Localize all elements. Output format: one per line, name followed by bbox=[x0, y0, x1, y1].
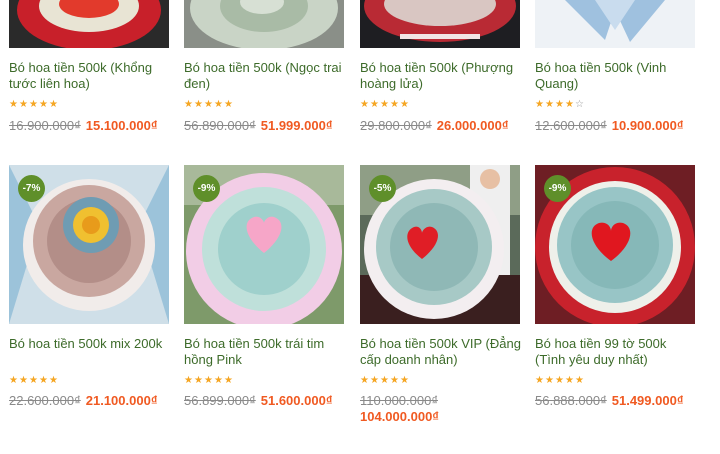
star-filled-icon: ★ bbox=[49, 99, 58, 110]
old-price: 12.600.000₫ bbox=[535, 118, 607, 133]
sale-price: 51.600.000₫ bbox=[260, 393, 333, 408]
star-filled-icon: ★ bbox=[575, 375, 584, 386]
product-image[interactable]: -7% bbox=[9, 165, 169, 324]
price: 110.000.000₫ 104.000.000₫ bbox=[360, 393, 460, 425]
rating-stars: ★ ★ ★ ★ ☆ bbox=[535, 100, 584, 112]
product-image[interactable]: -5% bbox=[360, 165, 520, 324]
star-filled-icon: ★ bbox=[400, 375, 409, 386]
sale-price: 21.100.000₫ bbox=[85, 393, 158, 408]
product-image[interactable] bbox=[184, 0, 344, 48]
product-name[interactable]: Bó hoa tiền 99 tờ 500k (Tình yêu duy nhấ… bbox=[535, 336, 700, 368]
star-filled-icon: ★ bbox=[39, 375, 48, 386]
old-price: 110.000.000₫ bbox=[360, 393, 438, 408]
price: 12.600.000₫ 10.900.000₫ bbox=[535, 118, 705, 134]
sale-price: 51.999.000₫ bbox=[260, 118, 333, 133]
star-filled-icon: ★ bbox=[360, 99, 369, 110]
product-name[interactable]: Bó hoa tiền 500k (Khổng tước liên hoa) bbox=[9, 60, 174, 92]
rating-stars: ★ ★ ★ ★ ★ bbox=[535, 376, 584, 388]
star-filled-icon: ★ bbox=[555, 375, 564, 386]
old-price: 29.800.000₫ bbox=[360, 118, 432, 133]
discount-badge: -9% bbox=[544, 175, 571, 202]
star-filled-icon: ★ bbox=[214, 99, 223, 110]
product-name[interactable]: Bó hoa tiền 500k (Ngọc trai đen) bbox=[184, 60, 349, 92]
sale-price: 26.000.000₫ bbox=[436, 118, 509, 133]
star-filled-icon: ★ bbox=[39, 99, 48, 110]
star-filled-icon: ★ bbox=[535, 99, 544, 110]
product-name[interactable]: Bó hoa tiền 500k (Vinh Quang) bbox=[535, 60, 700, 92]
sale-price: 104.000.000₫ bbox=[360, 409, 439, 424]
product-name[interactable]: Bó hoa tiền 500k mix 200k bbox=[9, 336, 174, 352]
star-filled-icon: ★ bbox=[224, 99, 233, 110]
star-filled-icon: ★ bbox=[194, 99, 203, 110]
star-filled-icon: ★ bbox=[49, 375, 58, 386]
star-filled-icon: ★ bbox=[390, 375, 399, 386]
old-price: 22.600.000₫ bbox=[9, 393, 81, 408]
star-filled-icon: ★ bbox=[565, 375, 574, 386]
old-price: 56.899.000₫ bbox=[184, 393, 256, 408]
sale-price: 15.100.000₫ bbox=[85, 118, 158, 133]
old-price: 56.890.000₫ bbox=[184, 118, 256, 133]
product-name[interactable]: Bó hoa tiền 500k trái tim hồng Pink bbox=[184, 336, 349, 368]
star-filled-icon: ★ bbox=[545, 375, 554, 386]
rating-stars: ★ ★ ★ ★ ★ bbox=[9, 100, 58, 112]
star-filled-icon: ★ bbox=[19, 375, 28, 386]
star-filled-icon: ★ bbox=[380, 375, 389, 386]
star-filled-icon: ★ bbox=[204, 375, 213, 386]
star-filled-icon: ★ bbox=[565, 99, 574, 110]
partial-content-cutoff bbox=[560, 446, 700, 454]
product-image[interactable]: -9% bbox=[535, 165, 695, 324]
star-filled-icon: ★ bbox=[224, 375, 233, 386]
price: 29.800.000₫ 26.000.000₫ bbox=[360, 118, 530, 134]
rating-stars: ★ ★ ★ ★ ★ bbox=[9, 376, 58, 388]
old-price: 16.900.000₫ bbox=[9, 118, 81, 133]
star-filled-icon: ★ bbox=[214, 375, 223, 386]
rating-stars: ★ ★ ★ ★ ★ bbox=[184, 100, 233, 112]
star-filled-icon: ★ bbox=[194, 375, 203, 386]
sale-price: 51.499.000₫ bbox=[611, 393, 684, 408]
product-image[interactable] bbox=[9, 0, 169, 48]
rating-stars: ★ ★ ★ ★ ★ bbox=[360, 376, 409, 388]
discount-badge: -7% bbox=[18, 175, 45, 202]
sale-price: 10.900.000₫ bbox=[611, 118, 684, 133]
star-filled-icon: ★ bbox=[370, 99, 379, 110]
star-filled-icon: ★ bbox=[9, 99, 18, 110]
rating-stars: ★ ★ ★ ★ ★ bbox=[184, 376, 233, 388]
star-filled-icon: ★ bbox=[19, 99, 28, 110]
old-price: 56.888.000₫ bbox=[535, 393, 607, 408]
product-image[interactable]: -9% bbox=[184, 165, 344, 324]
discount-badge: -9% bbox=[193, 175, 220, 202]
product-image[interactable] bbox=[360, 0, 520, 48]
star-filled-icon: ★ bbox=[360, 375, 369, 386]
product-image[interactable] bbox=[535, 0, 695, 48]
star-filled-icon: ★ bbox=[400, 99, 409, 110]
star-filled-icon: ★ bbox=[204, 99, 213, 110]
star-filled-icon: ★ bbox=[545, 99, 554, 110]
star-filled-icon: ★ bbox=[9, 375, 18, 386]
star-filled-icon: ★ bbox=[29, 99, 38, 110]
rating-stars: ★ ★ ★ ★ ★ bbox=[360, 100, 409, 112]
product-grid: Bó hoa tiền 500k (Khổng tước liên hoa) ★… bbox=[0, 0, 720, 454]
star-filled-icon: ★ bbox=[390, 99, 399, 110]
discount-badge: -5% bbox=[369, 175, 396, 202]
price: 56.899.000₫ 51.600.000₫ bbox=[184, 393, 354, 409]
price: 56.888.000₫ 51.499.000₫ bbox=[535, 393, 705, 409]
star-filled-icon: ★ bbox=[555, 99, 564, 110]
price: 16.900.000₫ 15.100.000₫ bbox=[9, 118, 179, 134]
star-empty-icon: ☆ bbox=[575, 99, 584, 110]
price: 22.600.000₫ 21.100.000₫ bbox=[9, 393, 179, 409]
star-filled-icon: ★ bbox=[370, 375, 379, 386]
star-filled-icon: ★ bbox=[184, 375, 193, 386]
product-name[interactable]: Bó hoa tiền 500k (Phượng hoàng lửa) bbox=[360, 60, 525, 92]
price: 56.890.000₫ 51.999.000₫ bbox=[184, 118, 354, 134]
star-filled-icon: ★ bbox=[29, 375, 38, 386]
star-filled-icon: ★ bbox=[184, 99, 193, 110]
product-name[interactable]: Bó hoa tiền 500k VIP (Đẳng cấp doanh nhâ… bbox=[360, 336, 525, 368]
star-filled-icon: ★ bbox=[380, 99, 389, 110]
star-filled-icon: ★ bbox=[535, 375, 544, 386]
